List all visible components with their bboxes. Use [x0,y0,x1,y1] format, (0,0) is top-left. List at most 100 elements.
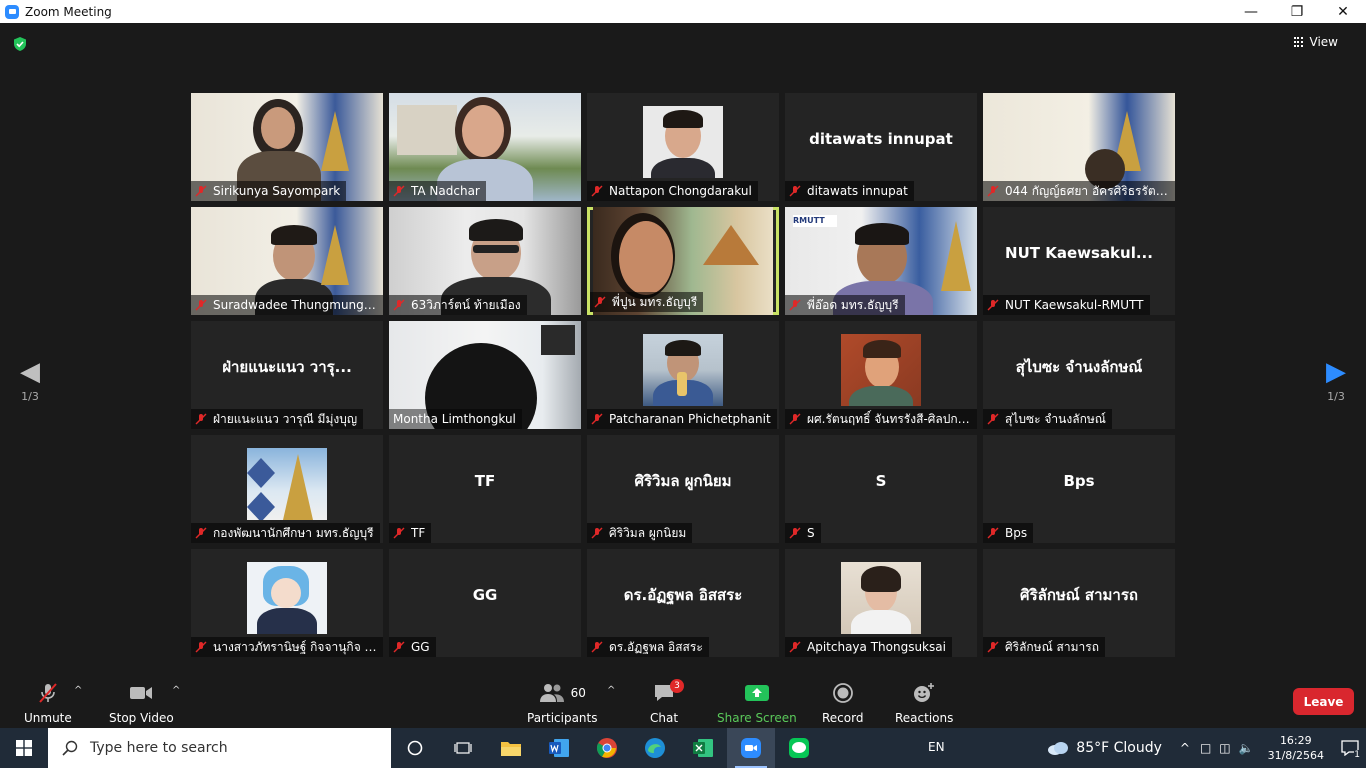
participant-tile[interactable]: TA Nadchar [389,93,581,201]
start-button[interactable] [0,728,48,768]
muted-mic-icon [987,299,999,311]
weather-text[interactable]: 85°F Cloudy [1076,740,1162,756]
participants-button[interactable]: 60 Participants [527,681,598,725]
participant-tile[interactable]: ผศ.รัตนฤทธิ์ จันทรรังสี-ศิลปกรร... [785,321,977,429]
participant-tile[interactable]: Apitchaya Thongsuksai [785,549,977,657]
previous-page-button[interactable]: ◀ 1/3 [15,358,45,403]
maximize-button[interactable]: ❐ [1274,0,1320,23]
input-language-indicator[interactable]: EN [928,740,945,754]
meeting-toolbar: Unmute ^ Stop Video ^ 60 Participants ^ [0,675,1366,728]
page-indicator-right: 1/3 [1327,390,1345,403]
participant-tile[interactable]: Sirikunya Sayompark [191,93,383,201]
participant-tile[interactable]: Nattapon Chongdarakul [587,93,779,201]
participant-tile-active-speaker[interactable]: พี่ปูน มทร.ธัญบุรี [587,207,779,315]
participant-tile[interactable]: ศิริลักษณ์ สามารถ ศิริลักษณ์ สามารถ [983,549,1175,657]
participants-icon [539,684,564,702]
participant-tile[interactable]: Bps Bps [983,435,1175,543]
participant-tile[interactable]: S S [785,435,977,543]
muted-mic-icon [789,413,801,425]
participant-display-name: ฝ่ายแนะแนว วารุ... [222,358,352,376]
view-label: View [1309,35,1338,49]
view-button[interactable]: View [1293,35,1338,49]
reactions-button[interactable]: Reactions [895,681,953,725]
participants-options-caret-icon[interactable]: ^ [607,685,615,696]
participant-tile[interactable]: ditawats innupat ditawats innupat [785,93,977,201]
taskbar-zoom[interactable] [727,728,775,768]
title-bar: Zoom Meeting — ❐ ✕ [0,0,1366,23]
taskbar-file-explorer[interactable] [487,728,535,768]
muted-mic-icon [591,185,603,197]
show-hidden-icons-chevron-icon[interactable]: ^ [1180,741,1190,755]
close-button[interactable]: ✕ [1320,0,1366,23]
windows-taskbar: Type here to search EN 85°F Cloudy ^ □ ◫… [0,728,1366,768]
participant-tile[interactable]: นางสาวภัทรานิษฐ์ กิจจานุกิจ โร... [191,549,383,657]
participant-tile[interactable]: 63วิภาร์ตน์ ท้ายเมือง [389,207,581,315]
record-button[interactable]: Record [822,681,863,725]
participant-display-name: Bps [1063,472,1095,490]
participant-name: นางสาวภัทรานิษฐ์ กิจจานุกิจ โร... [213,639,377,654]
cloudy-weather-icon [1048,742,1069,755]
participant-name: ฝ่ายแนะแนว วารุณี มีมุ่งบุญ [213,411,358,426]
leave-meeting-button[interactable]: Leave [1293,688,1354,715]
participant-tile[interactable]: Patcharanan Phichetphanit [587,321,779,429]
participant-display-name: ศิริวิมล ผูกนิยม [634,472,732,490]
taskbar-chrome[interactable] [583,728,631,768]
stop-video-button[interactable]: Stop Video [109,681,174,725]
window-title: Zoom Meeting [25,4,112,19]
participant-tile[interactable]: Suradwadee Thungmungm... [191,207,383,315]
muted-mic-icon [591,413,603,425]
audio-options-caret-icon[interactable]: ^ [74,685,82,696]
taskbar-search-box[interactable]: Type here to search [48,728,391,768]
search-placeholder: Type here to search [90,740,228,756]
chat-label: Chat [650,711,679,725]
volume-icon[interactable]: 🔈 [1239,741,1254,755]
participant-name: ditawats innupat [807,184,908,198]
share-screen-button[interactable]: Share Screen [717,681,797,725]
participant-tile[interactable]: สุไบซะ จำนงลักษณ์ สุไบซะ จำนงลักษณ์ [983,321,1175,429]
taskbar-edge[interactable] [631,728,679,768]
participant-tile[interactable]: ฝ่ายแนะแนว วารุ... ฝ่ายแนะแนว วารุณี มีม… [191,321,383,429]
zoom-app-icon [741,738,761,758]
video-options-caret-icon[interactable]: ^ [172,685,180,696]
participant-name: 63วิภาร์ตน์ ท้ายเมือง [411,297,521,312]
participant-name: Montha Limthongkul [393,412,516,426]
video-camera-icon [130,687,153,699]
meet-now-icon[interactable]: □ [1200,741,1211,755]
participant-display-name: สุไบซะ จำนงลักษณ์ [1015,358,1143,376]
cortana-button[interactable] [391,728,439,768]
chat-button[interactable]: 3 Chat [650,679,685,725]
muted-mic-icon [591,527,603,539]
security-shield-icon[interactable] [12,36,28,52]
participant-tile[interactable]: ศิริวิมล ผูกนิยม ศิริวิมล ผูกนิยม [587,435,779,543]
muted-mic-icon [789,527,801,539]
participant-name: Suradwadee Thungmungm... [213,298,377,312]
participant-tile[interactable]: 044 กัญญ์ธศยา อัครศิริธรรัตนา [983,93,1175,201]
muted-mic-icon [195,527,207,539]
unmute-button[interactable]: Unmute [24,681,72,725]
participant-display-name: GG [472,586,498,604]
participant-tile[interactable]: กองพัฒนานักศึกษา มทร.ธัญบุรี [191,435,383,543]
zoom-app-icon [5,4,19,19]
participant-tile[interactable]: RMUTT พี่อ๊อด มทร.ธัญบุรี [785,207,977,315]
taskbar-word[interactable] [535,728,583,768]
taskbar-clock[interactable]: 16:29 31/8/2564 [1268,733,1324,763]
minimize-button[interactable]: — [1228,0,1274,23]
taskbar-excel[interactable] [679,728,727,768]
participant-tile[interactable]: GG GG [389,549,581,657]
participant-tile[interactable]: Montha Limthongkul [389,321,581,429]
participant-tile[interactable]: NUT Kaewsakul... NUT Kaewsakul-RMUTT [983,207,1175,315]
participant-name: สุไบซะ จำนงลักษณ์ [1005,411,1106,426]
profile-picture [247,448,327,520]
clock-date: 31/8/2564 [1267,749,1324,762]
taskbar-line[interactable] [775,728,823,768]
participant-tile[interactable]: TF TF [389,435,581,543]
notification-count: 1 [1354,750,1360,760]
participant-name: NUT Kaewsakul-RMUTT [1005,298,1144,312]
participant-tile[interactable]: ดร.อัฏฐพล อิสสระ ดร.อัฏฐพล อิสสระ [587,549,779,657]
task-view-button[interactable] [439,728,487,768]
next-page-button[interactable]: ▶ 1/3 [1321,358,1351,403]
muted-mic-icon [987,527,999,539]
profile-picture [643,106,723,178]
network-icon[interactable]: ◫ [1219,741,1230,755]
notification-center-button[interactable]: 1 [1334,728,1366,768]
